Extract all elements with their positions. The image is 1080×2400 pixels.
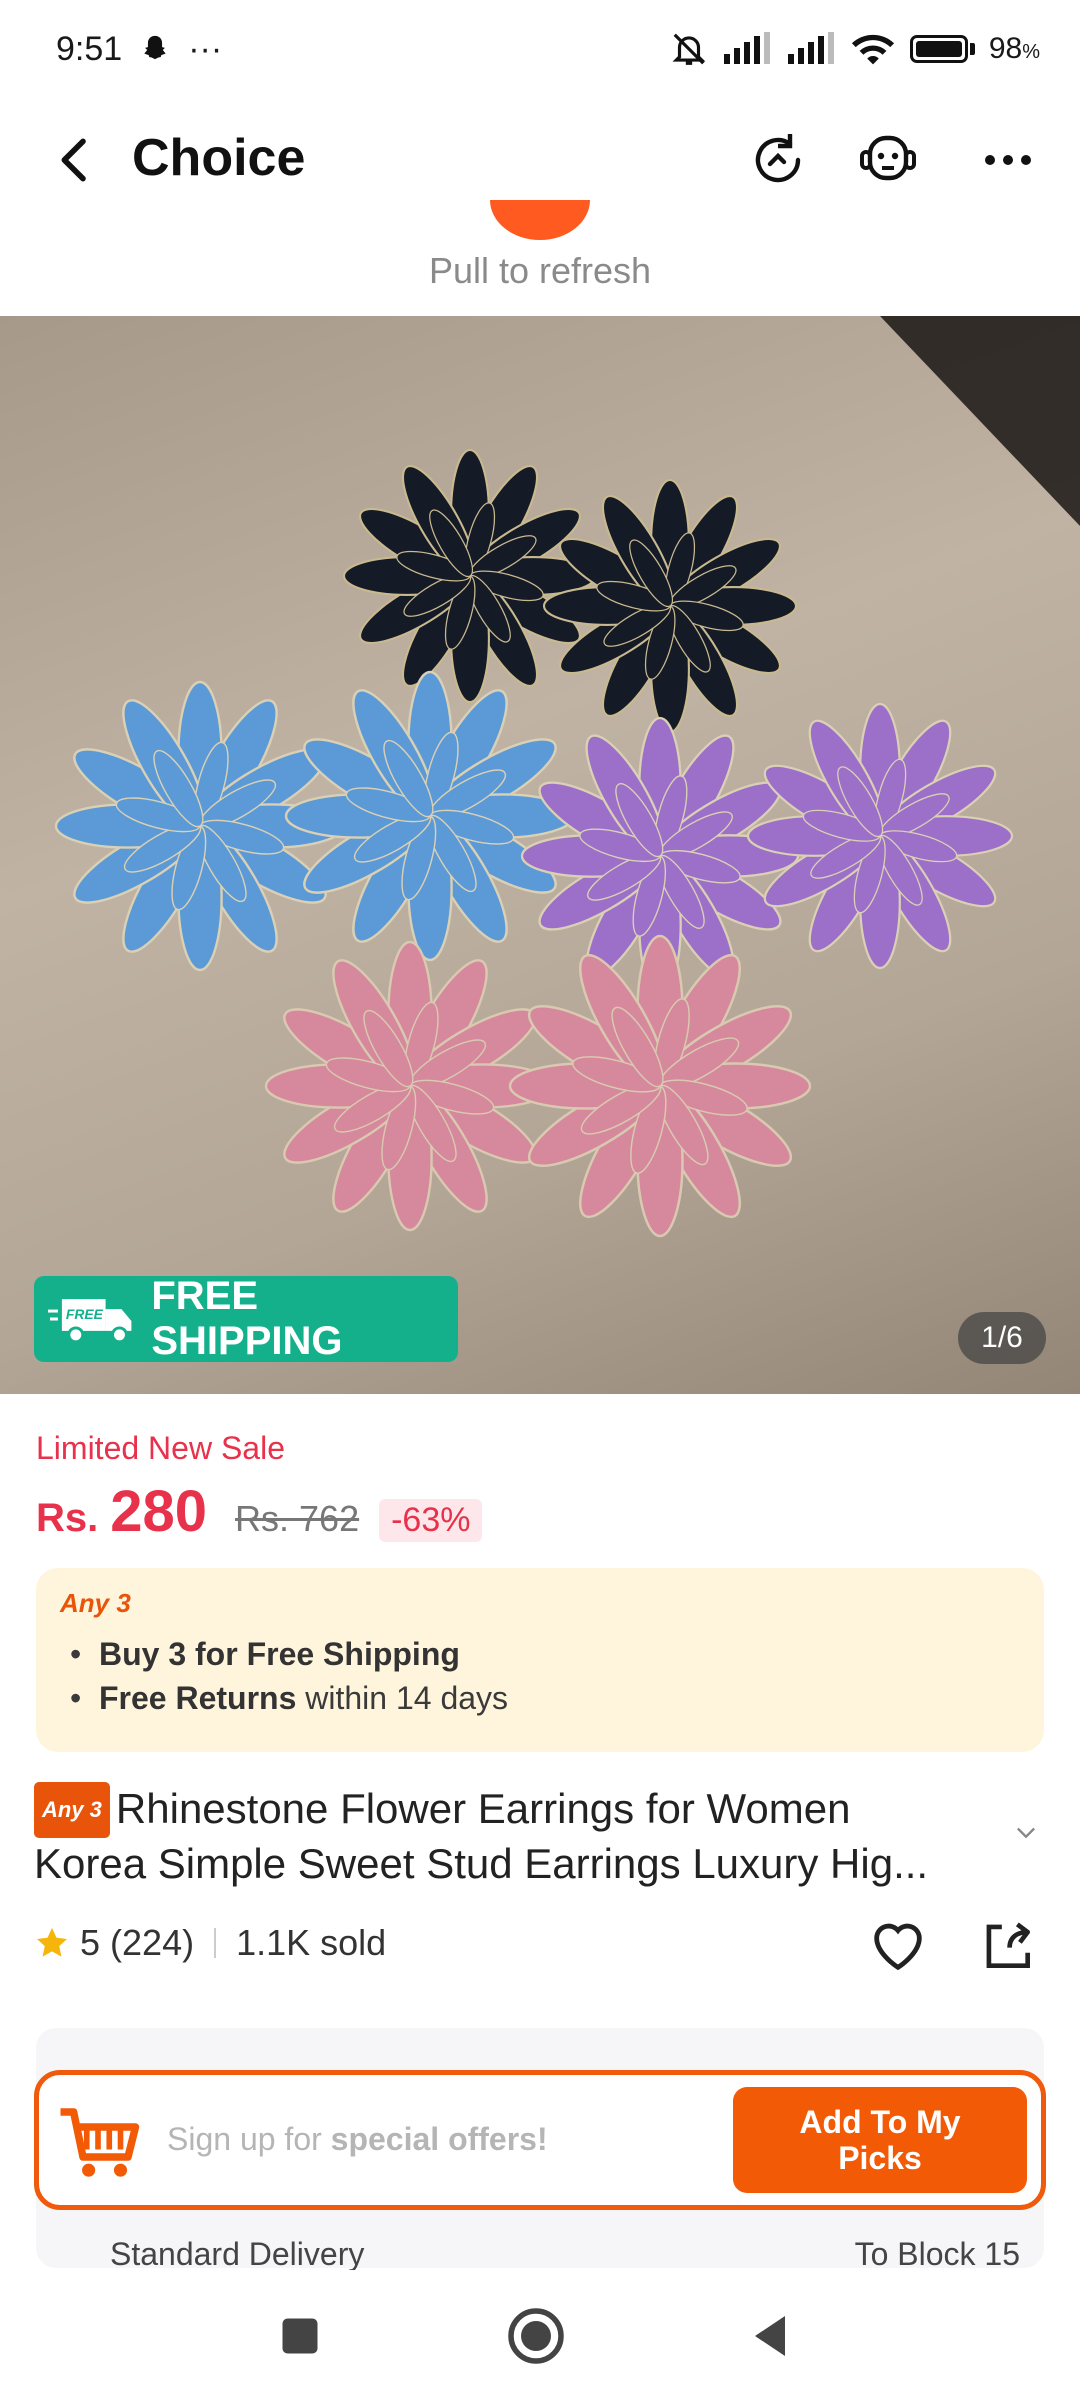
product-image-carousel[interactable]: FREE FREE SHIPPING 1/6 — [0, 316, 1080, 1394]
mute-bell-icon — [672, 33, 706, 65]
product-title-line2: Korea Simple Sweet Stud Earrings Luxury … — [34, 1840, 929, 1887]
signup-banner[interactable]: Sign up for special offers! Add To My Pi… — [34, 2070, 1046, 2210]
status-left: 9:51 ··· — [56, 30, 222, 69]
back-nav-icon[interactable] — [740, 2306, 800, 2366]
status-bar: 9:51 ··· 98% — [0, 0, 1080, 110]
rating-row[interactable]: 5 (224) 1.1K sold — [34, 1922, 386, 1964]
product-title[interactable]: Any 3 Rhinestone Flower Earrings for Wome… — [34, 1782, 994, 1890]
pull-to-refresh-text: Pull to refresh — [428, 250, 652, 291]
signal-icon-2 — [787, 32, 834, 64]
add-to-my-picks-button[interactable]: Add To My Picks — [733, 2087, 1027, 2193]
free-shipping-badge: FREE FREE SHIPPING — [34, 1274, 458, 1363]
original-price: Rs. 762 — [235, 1498, 360, 1539]
battery-icon — [909, 35, 968, 63]
pull-to-refresh: Pull to refresh — [0, 200, 1080, 316]
page-title: Choice — [132, 129, 306, 187]
share-icon[interactable] — [976, 1914, 1038, 1976]
status-time: 9:51 — [56, 30, 123, 68]
customer-service-icon[interactable] — [856, 128, 920, 192]
signal-icon-1 — [723, 32, 770, 64]
back-arrow-icon[interactable] — [48, 132, 104, 188]
recent-apps-icon[interactable] — [270, 2306, 330, 2366]
cart-icon — [60, 2108, 140, 2177]
system-nav-bar — [0, 2270, 1080, 2400]
refresh-icon[interactable] — [746, 128, 810, 192]
image-counter: 1/6 — [958, 1312, 1046, 1364]
star-icon — [37, 1928, 67, 1957]
review-count: (224) — [110, 1922, 195, 1963]
more-options-icon[interactable] — [976, 128, 1040, 192]
sold-count: 1.1K sold — [236, 1922, 387, 1963]
chevron-down-icon[interactable] — [1012, 1818, 1040, 1846]
heart-icon[interactable] — [866, 1914, 930, 1978]
delivery-truck-icon: FREE — [48, 1299, 132, 1344]
divider — [214, 1928, 217, 1958]
price-currency: Rs. — [36, 1496, 99, 1540]
rating-value: 5 — [80, 1922, 101, 1963]
svg-text:FREE: FREE — [66, 1306, 104, 1322]
delivery-method: Standard Delivery — [110, 2236, 365, 2272]
any3-badge: Any 3 — [34, 1782, 110, 1838]
price-row: Rs. 280 Rs. 762 -63% — [36, 1478, 483, 1545]
promo-box[interactable]: Any 3 • Buy 3 for Free Shipping • Free R… — [36, 1568, 1044, 1752]
home-icon[interactable] — [506, 2306, 566, 2366]
sale-label: Limited New Sale — [36, 1430, 285, 1466]
promo-line-returns: • Free Returns within 14 days — [70, 1680, 509, 1716]
refresh-indicator — [490, 200, 590, 240]
promo-tag: Any 3 — [60, 1588, 131, 1618]
battery-level: 98% — [988, 32, 1040, 65]
status-right: 98% — [670, 30, 1040, 68]
delivery-destination: To Block 15 — [854, 2236, 1020, 2272]
battery-cap — [969, 43, 975, 55]
status-more: ··· — [188, 30, 223, 68]
wifi-icon — [851, 34, 894, 65]
free-shipping-label: FREE SHIPPING — [151, 1274, 343, 1363]
signup-text: Sign up for special offers! — [167, 2121, 548, 2157]
product-title-line1: Rhinestone Flower Earrings for Women — [115, 1785, 851, 1832]
app-header: Choice — [0, 110, 1080, 210]
earrings-photo — [54, 316, 1080, 1238]
current-price: 280 — [110, 1479, 208, 1544]
snapchat-icon — [144, 35, 166, 59]
promo-line-shipping: • Buy 3 for Free Shipping — [70, 1636, 460, 1672]
discount-badge: -63% — [379, 1499, 483, 1542]
